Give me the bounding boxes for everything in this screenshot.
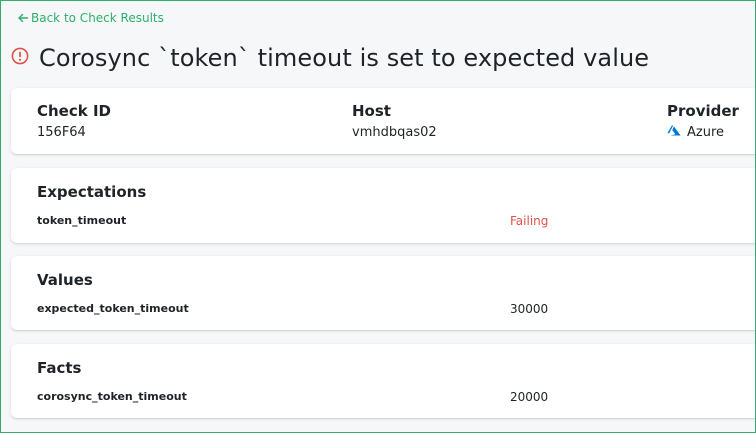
check-id-label: Check ID	[37, 102, 111, 120]
value-value: 30000	[510, 302, 549, 316]
arrow-left-icon	[17, 12, 29, 24]
check-id-value: 156F64	[37, 125, 86, 140]
expectation-result: Failing	[510, 214, 549, 228]
expectations-card: Expectations token_timeout Failing	[11, 168, 755, 243]
provider-field: Provider Azure	[667, 102, 739, 140]
check-detail-page: Back to Check Results Corosync `token` t…	[0, 0, 756, 433]
back-to-check-results-link[interactable]: Back to Check Results	[17, 11, 164, 25]
host-label: Host	[352, 102, 391, 120]
value-name: expected_token_timeout	[37, 302, 189, 315]
host-value: vmhdbqas02	[352, 125, 437, 140]
expectation-name: token_timeout	[37, 214, 127, 227]
provider-label: Provider	[667, 102, 739, 120]
host-field: Host vmhdbqas02	[352, 102, 437, 140]
back-link-label: Back to Check Results	[31, 11, 164, 25]
fact-value: 20000	[510, 390, 549, 404]
check-info-card: Check ID 156F64 Host vmhdbqas02 Provider…	[11, 88, 755, 154]
fact-name: corosync_token_timeout	[37, 390, 187, 403]
page-title: Corosync `token` timeout is set to expec…	[39, 44, 650, 72]
page-header: Corosync `token` timeout is set to expec…	[11, 44, 649, 72]
facts-title: Facts	[37, 359, 82, 377]
provider-value-row: Azure	[667, 125, 739, 140]
provider-value: Azure	[687, 125, 725, 140]
critical-exclamation-icon	[11, 47, 29, 69]
check-id-field: Check ID 156F64	[37, 102, 111, 140]
facts-card: Facts corosync_token_timeout 20000	[11, 344, 755, 418]
expectations-title: Expectations	[37, 183, 147, 201]
azure-icon	[667, 125, 681, 140]
values-title: Values	[37, 271, 93, 289]
values-card: Values expected_token_timeout 30000	[11, 256, 755, 330]
